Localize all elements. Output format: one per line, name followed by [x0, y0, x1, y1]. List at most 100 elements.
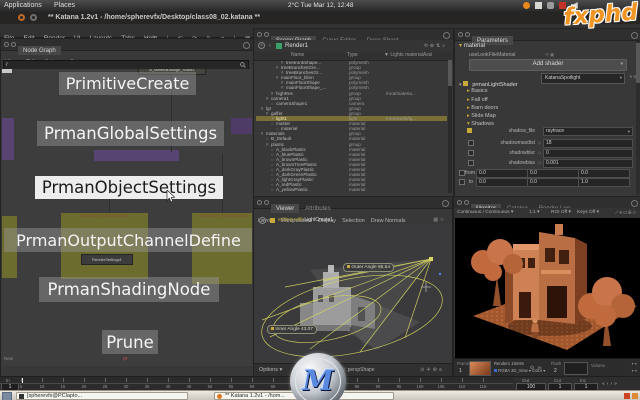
working-set-label[interactable]: Render1: [285, 43, 308, 49]
timeline[interactable]: In 1 51015202530354045505560657075808590…: [0, 376, 513, 391]
node-label-prune[interactable]: Prune: [102, 330, 158, 354]
backdrop-purple[interactable]: [94, 150, 179, 161]
col-lights[interactable]: ▼ Lights materialAssi: [384, 52, 446, 58]
infinity-toggle[interactable]: ∞: [538, 365, 542, 371]
monitor-toolbar-2[interactable]: ROI Off ▾: [551, 210, 571, 215]
viewer-3d-canvas[interactable]: Outer Angle 86.54 Inner Angle 43.07: [255, 225, 451, 363]
monitor-dropdown-icons[interactable]: ▾ ▾: [632, 361, 637, 366]
stepper-icon[interactable]: ◇: [538, 140, 541, 145]
ruler-tick-number: 100: [417, 384, 424, 389]
monitor-tabs: MonitorCatalogRender Log: [471, 197, 576, 208]
scrollbar[interactable]: [448, 60, 452, 193]
channels-label[interactable]: RGBA: [498, 368, 510, 373]
node-label-prmanshadingnode[interactable]: PrmanShadingNode: [39, 277, 219, 302]
pane-menu-icon[interactable]: [442, 200, 449, 207]
field-input[interactable]: raytrace▾: [543, 127, 633, 136]
material-section-header[interactable]: ▾ material: [459, 42, 485, 49]
camera-selector[interactable]: 🎥 perspShape: [340, 367, 375, 373]
render-view[interactable]: [455, 218, 640, 358]
back-icon[interactable]: ‹: [269, 43, 271, 49]
taskbar-window-0[interactable]: [spherevfx@PClapto...: [16, 392, 188, 400]
clear-icon[interactable]: ×: [259, 217, 266, 224]
clock[interactable]: 2°C Tue Mar 12, 12:48: [288, 2, 353, 9]
checkbox-icon[interactable]: [468, 160, 474, 166]
monitor-toolbar-0[interactable]: Continuous / Continuous ▾: [457, 210, 513, 215]
monitor-toolbar-1[interactable]: 1:1 ▾: [529, 210, 539, 215]
mouse-cursor: [166, 190, 175, 203]
param-group-slide-map[interactable]: ▸ Slide Map: [467, 113, 496, 119]
app-tray-icon[interactable]: [523, 2, 530, 9]
stepper-icon[interactable]: ◇: [538, 160, 541, 165]
node-label-prmanoutputchanneldefine[interactable]: PrmanOutputChannelDefine: [4, 228, 252, 252]
mail-icon[interactable]: [535, 2, 542, 9]
inner-angle-label[interactable]: Inner Angle 43.07: [267, 325, 317, 334]
field-input[interactable]: 0: [543, 149, 633, 158]
vector-input[interactable]: 0.0: [476, 169, 528, 178]
node-label-prmanglobalsettings[interactable]: PrmanGlobalSettings: [37, 121, 224, 146]
pane-menu-icon[interactable]: [631, 200, 638, 207]
vector-input[interactable]: 0.0: [578, 169, 630, 178]
window-menu-icon[interactable]: [18, 14, 25, 21]
pane-menu-icon[interactable]: [243, 42, 250, 49]
lock-icon[interactable]: ⊙: [530, 365, 534, 371]
vector-input[interactable]: 0.0: [527, 178, 579, 187]
checkbox-icon[interactable]: [468, 150, 474, 156]
monitor-dropdown-icons[interactable]: ▾ ▾: [632, 368, 637, 373]
param-group-basics[interactable]: ▸ Basics: [467, 88, 488, 94]
field-input[interactable]: 0.001: [543, 159, 633, 168]
monitor-toolbar-3[interactable]: Keys Off ▾: [577, 210, 599, 215]
node-label-prmanobjectsettings[interactable]: PrmanObjectSettings: [35, 176, 223, 199]
node-graph-canvas[interactable]: RENDERMAN A_MaterialAssign_Stack1 RENDER…: [2, 69, 252, 366]
param-group-fall-off[interactable]: ▸ Fall off: [467, 97, 488, 103]
frame-value[interactable]: 1: [459, 368, 462, 374]
param-group-barn-doors[interactable]: ▸ Barn doors: [467, 105, 498, 111]
pane-menu-icon[interactable]: [443, 32, 450, 39]
render-settings-node[interactable]: RenderSettings1: [81, 254, 133, 265]
scene-graph-tools[interactable]: ⟲⊕⇅⌕: [424, 43, 447, 49]
look-file-icons[interactable]: ⟲ ▣: [545, 52, 554, 58]
checkbox-icon[interactable]: [468, 140, 474, 146]
window-shade-icon[interactable]: [30, 14, 37, 21]
monitor-info-bar: Frame 1 Render1 10m9s RGBA 3D_View ▾ Col…: [454, 358, 640, 377]
scene-graph-row[interactable]: ○A_yellowPlasticmaterial: [256, 187, 447, 192]
render-thumbnail[interactable]: [469, 361, 491, 376]
monitor-toolbar-icons[interactable]: ⟋✳⬚⊕◇: [615, 210, 637, 215]
col-name[interactable]: Name: [291, 52, 304, 58]
menu-applications[interactable]: Applications: [4, 2, 42, 9]
stepper-icon[interactable]: ◇: [538, 150, 541, 155]
notification-icon[interactable]: [632, 393, 638, 399]
field-value: 0.001: [546, 160, 559, 166]
field-input[interactable]: 18: [543, 139, 633, 148]
node-fragment[interactable]: [2, 69, 12, 73]
search-icon[interactable]: [240, 62, 246, 68]
clear-icon[interactable]: ×: [258, 42, 265, 49]
menu-places[interactable]: Places: [54, 2, 75, 9]
view-mode-dropdown[interactable]: 3D_View ▾: [511, 368, 531, 373]
user-icon[interactable]: [547, 2, 554, 9]
vector-input[interactable]: 0.0: [476, 178, 528, 187]
node-label-primitivecreate[interactable]: PrimitiveCreate: [59, 72, 196, 95]
ruler-tick: [42, 378, 43, 382]
viewer-bottom-icons[interactable]: ⊙✛⚙≡: [420, 367, 444, 373]
ruler-tick: [126, 378, 127, 382]
monitor-input-field[interactable]: [564, 362, 588, 375]
add-shader-button[interactable]: Add shader ▾: [469, 59, 627, 71]
vector-input[interactable]: 1.0: [578, 178, 630, 187]
shader-select[interactable]: KatanaSpotlight ▾: [541, 73, 625, 84]
flush-value[interactable]: 2: [554, 368, 557, 374]
options-dropdown[interactable]: Options ▾: [259, 367, 282, 373]
backdrop-purple[interactable]: [231, 118, 252, 134]
backdrop-purple[interactable]: [2, 118, 14, 160]
viewer-info-icons[interactable]: ▦⟐: [433, 217, 446, 223]
scrollbar[interactable]: [636, 41, 640, 195]
vector-input[interactable]: 0.0: [527, 169, 579, 178]
playback-controls[interactable]: «‹›»: [602, 381, 619, 387]
vector-label: from: [465, 170, 473, 176]
file-icon[interactable]: [467, 128, 472, 133]
look-file-material-label[interactable]: useLookFileMaterial: [469, 52, 515, 58]
show-desktop-icon[interactable]: [2, 392, 12, 400]
outer-angle-label[interactable]: Outer Angle 86.54: [343, 263, 394, 272]
light-handle[interactable]: [429, 257, 433, 261]
workspace-icon[interactable]: [624, 393, 630, 399]
col-type[interactable]: Type: [347, 52, 358, 58]
